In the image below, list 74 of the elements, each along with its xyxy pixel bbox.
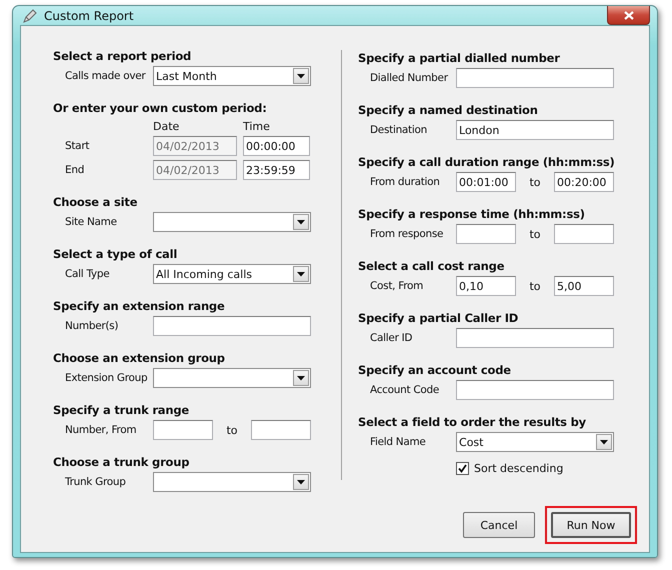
field-label: Destination <box>369 124 428 136</box>
checkbox[interactable] <box>456 462 470 474</box>
input-field[interactable] <box>456 224 516 244</box>
dialog-button[interactable]: Run Now <box>551 512 631 538</box>
pencil-icon <box>22 8 38 24</box>
to-label: to <box>528 228 542 240</box>
field-label: From duration <box>369 176 441 188</box>
field-label: Extension Group <box>64 372 148 384</box>
section-heading: Select a type of call <box>53 246 178 263</box>
dropdown[interactable]: All Incoming calls <box>153 264 311 284</box>
section-heading: Specify a call duration range (hh:mm:ss) <box>358 154 616 171</box>
dropdown-arrow-icon <box>297 272 305 276</box>
dialog-button[interactable]: Cancel <box>463 512 535 538</box>
field-label: From response <box>369 228 444 240</box>
dropdown-arrow-icon <box>297 376 305 380</box>
window-title: Custom Report <box>44 8 134 22</box>
close-button[interactable] <box>607 6 650 25</box>
field-label: End <box>64 164 86 176</box>
checkbox-label: Sort descending <box>474 462 564 474</box>
input-field[interactable]: 00:00:00 <box>243 136 310 156</box>
field-label: Account Code <box>369 384 440 396</box>
dropdown[interactable]: Last Month <box>153 66 311 86</box>
input-field[interactable] <box>456 328 614 348</box>
dropdown[interactable] <box>153 368 311 388</box>
section-heading: Specify an account code <box>358 362 512 379</box>
input-field[interactable] <box>554 224 614 244</box>
input-field[interactable]: 5,00 <box>554 276 614 296</box>
field-label: Dialled Number <box>369 72 449 84</box>
dropdown[interactable]: Cost <box>456 432 614 452</box>
section-heading: Select a call cost range <box>358 258 506 275</box>
dropdown-arrow-icon <box>297 220 305 224</box>
input-field[interactable]: London <box>456 120 614 140</box>
field-label: Caller ID <box>369 332 414 344</box>
close-icon <box>624 10 634 20</box>
dropdown-arrow-icon <box>600 440 608 444</box>
to-label: to <box>225 424 239 436</box>
input-field[interactable] <box>251 420 311 440</box>
input-field[interactable] <box>153 420 213 440</box>
field-label: Call Type <box>64 268 110 280</box>
to-label: to <box>528 176 542 188</box>
section-heading: Choose an extension group <box>53 350 226 367</box>
to-label: to <box>528 280 542 292</box>
input-field[interactable]: 00:20:00 <box>554 172 614 192</box>
section-heading: Or enter your own custom period: <box>53 100 268 117</box>
section-heading: Specify a named destination <box>358 102 539 119</box>
section-heading: Choose a trunk group <box>53 454 190 471</box>
input-field[interactable] <box>456 68 614 88</box>
input-field[interactable] <box>153 316 311 336</box>
field-label: Number, From <box>64 424 138 436</box>
dropdown[interactable] <box>153 212 311 232</box>
section-heading: Specify a partial dialled number <box>358 50 561 67</box>
field-label: Calls made over <box>64 70 147 82</box>
section-heading: Specify a trunk range <box>53 402 190 419</box>
input-field[interactable]: 0,10 <box>456 276 516 296</box>
column-header: Date <box>153 120 180 132</box>
section-heading: Select a report period <box>53 48 192 65</box>
section-heading: Choose a site <box>53 194 138 211</box>
field-label: Site Name <box>64 216 118 228</box>
section-heading: Specify a partial Caller ID <box>358 310 520 327</box>
dropdown-arrow-icon <box>297 480 305 484</box>
field-label: Number(s) <box>64 320 120 332</box>
input-field[interactable]: 00:01:00 <box>456 172 516 192</box>
dropdown[interactable] <box>153 472 311 492</box>
input-field[interactable]: 23:59:59 <box>243 160 310 180</box>
section-heading: Specify a response time (hh:mm:ss) <box>358 206 586 223</box>
section-heading: Select a field to order the results by <box>358 414 587 431</box>
field-label: Field Name <box>369 436 427 448</box>
column-header: Time <box>243 120 271 132</box>
field-label: Trunk Group <box>64 476 127 488</box>
dropdown-arrow-icon <box>297 74 305 78</box>
field-label: Start <box>64 140 90 152</box>
input-field[interactable] <box>456 380 614 400</box>
field-label: Cost, From <box>369 280 424 292</box>
section-heading: Specify an extension range <box>53 298 226 315</box>
